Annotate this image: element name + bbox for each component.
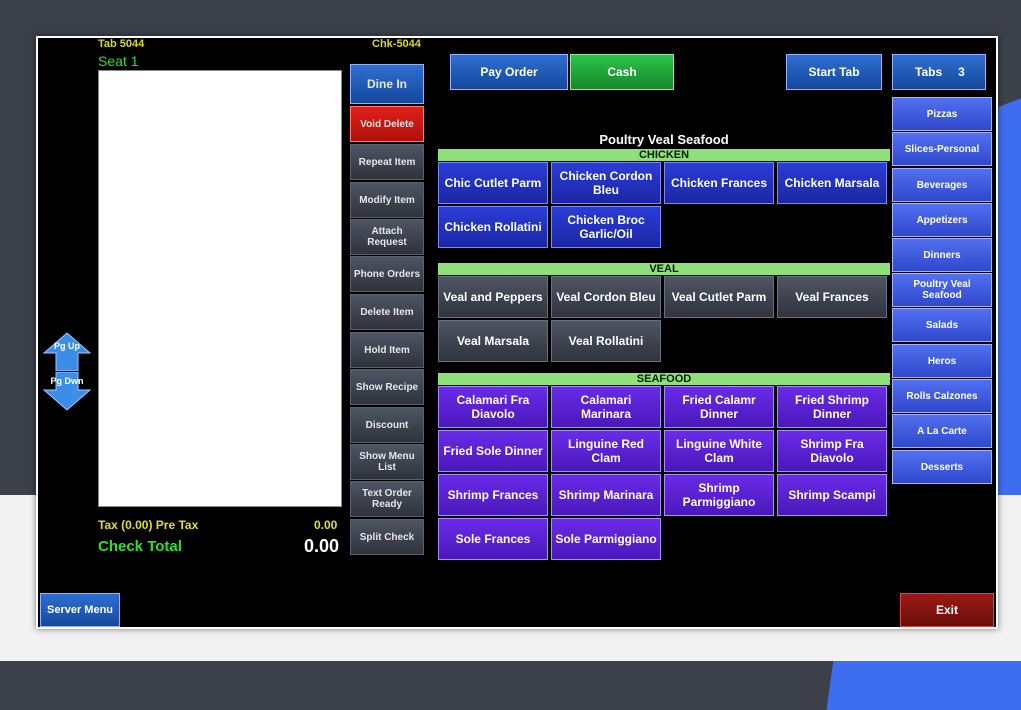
category-beverages[interactable]: Beverages — [892, 168, 992, 202]
discount-button[interactable]: Discount — [350, 407, 424, 443]
menu-item[interactable]: Veal and Peppers — [438, 276, 548, 318]
page-down-label: Pg Dwn — [50, 376, 84, 386]
menu-item[interactable]: Veal Rollatini — [551, 320, 661, 362]
menu-item[interactable]: Calamari Fra Diavolo — [438, 386, 548, 428]
modify-item-button[interactable]: Modify Item — [350, 182, 424, 218]
page-up-button[interactable]: Pg Up — [42, 331, 92, 371]
category-a-la-carte[interactable]: A La Carte — [892, 414, 992, 448]
menu-item[interactable]: Sole Frances — [438, 518, 548, 560]
hold-item-button[interactable]: Hold Item — [350, 332, 424, 368]
menu-item[interactable]: Veal Marsala — [438, 320, 548, 362]
menu-item[interactable]: Fried Calamr Dinner — [664, 386, 774, 428]
category-heros[interactable]: Heros — [892, 344, 992, 378]
pos-window: Tab 5044 Chk-5044 Seat 1 Tax (0.00) Pre … — [36, 36, 998, 629]
menu-item[interactable]: Veal Cordon Bleu — [551, 276, 661, 318]
menu-title: Poultry Veal Seafood — [599, 132, 729, 147]
check-number: Chk-5044 — [372, 38, 421, 50]
text-order-ready-button[interactable]: Text Order Ready — [350, 481, 424, 517]
menu-item[interactable]: Linguine White Clam — [664, 430, 774, 472]
menu-item[interactable]: Fried Sole Dinner — [438, 430, 548, 472]
tabs-button[interactable]: Tabs 3 — [892, 54, 986, 90]
menu-item[interactable]: Shrimp Parmiggiano — [664, 474, 774, 516]
menu-item[interactable]: Linguine Red Clam — [551, 430, 661, 472]
category-appetizers[interactable]: Appetizers — [892, 203, 992, 237]
category-dinners[interactable]: Dinners — [892, 238, 992, 272]
start-tab-button[interactable]: Start Tab — [786, 54, 882, 90]
cash-button[interactable]: Cash — [570, 54, 674, 90]
phone-orders-button[interactable]: Phone Orders — [350, 256, 424, 292]
menu-item[interactable]: Shrimp Marinara — [551, 474, 661, 516]
check-total-label: Check Total — [98, 538, 182, 555]
page-down-button[interactable]: Pg Dwn — [42, 372, 92, 412]
void-delete-button[interactable]: Void Delete — [350, 106, 424, 142]
menu-item[interactable]: Chicken Marsala — [777, 162, 887, 204]
dine-in-button[interactable]: Dine In — [350, 64, 424, 104]
menu-item[interactable]: Chicken Frances — [664, 162, 774, 204]
menu-item[interactable]: Veal Cutlet Parm — [664, 276, 774, 318]
page-up-label: Pg Up — [54, 341, 80, 351]
check-total-value: 0.00 — [304, 536, 340, 556]
menu-item[interactable]: Fried Shrimp Dinner — [777, 386, 887, 428]
category-desserts[interactable]: Desserts — [892, 450, 992, 484]
section-header-seafood: SEAFOOD — [438, 373, 890, 385]
menu-item[interactable]: Chicken Rollatini — [438, 206, 548, 248]
category-salads[interactable]: Salads — [892, 308, 992, 342]
menu-item[interactable]: Shrimp Scampi — [777, 474, 887, 516]
category-poultry-veal-seafood[interactable]: Poultry Veal Seafood — [892, 273, 992, 307]
exit-button[interactable]: Exit — [900, 593, 994, 627]
seat-label: Seat 1 — [98, 53, 139, 69]
tax-label: Tax (0.00) Pre Tax — [98, 518, 199, 532]
menu-item[interactable]: Chic Cutlet Parm — [438, 162, 548, 204]
menu-item[interactable]: Shrimp Frances — [438, 474, 548, 516]
section-header-chicken: CHICKEN — [438, 149, 890, 161]
category-pizzas[interactable]: Pizzas — [892, 97, 992, 131]
menu-item[interactable]: Calamari Marinara — [551, 386, 661, 428]
repeat-item-button[interactable]: Repeat Item — [350, 144, 424, 180]
tabs-label: Tabs — [915, 65, 943, 79]
split-check-button[interactable]: Split Check — [350, 519, 424, 555]
menu-item[interactable]: Veal Frances — [777, 276, 887, 318]
menu-item[interactable]: Sole Parmiggiano — [551, 518, 661, 560]
category-slices-personal[interactable]: Slices-Personal — [892, 132, 992, 166]
tax-value: 0.00 — [314, 518, 338, 532]
menu-item[interactable]: Chicken Broc Garlic/Oil — [551, 206, 661, 248]
show-recipe-button[interactable]: Show Recipe — [350, 369, 424, 405]
order-list[interactable] — [98, 70, 342, 507]
attach-request-button[interactable]: Attach Request — [350, 219, 424, 255]
tab-number: Tab 5044 — [98, 38, 145, 50]
category-rolls-calzones[interactable]: Rolls Calzones — [892, 379, 992, 413]
show-menu-list-button[interactable]: Show Menu List — [350, 444, 424, 480]
delete-item-button[interactable]: Delete Item — [350, 294, 424, 330]
pay-order-button[interactable]: Pay Order — [450, 54, 568, 90]
menu-item[interactable]: Shrimp Fra Diavolo — [777, 430, 887, 472]
menu-item[interactable]: Chicken Cordon Bleu — [551, 162, 661, 204]
section-header-veal: VEAL — [438, 263, 890, 275]
tabs-count: 3 — [958, 65, 965, 79]
server-menu-button[interactable]: Server Menu — [40, 593, 120, 627]
